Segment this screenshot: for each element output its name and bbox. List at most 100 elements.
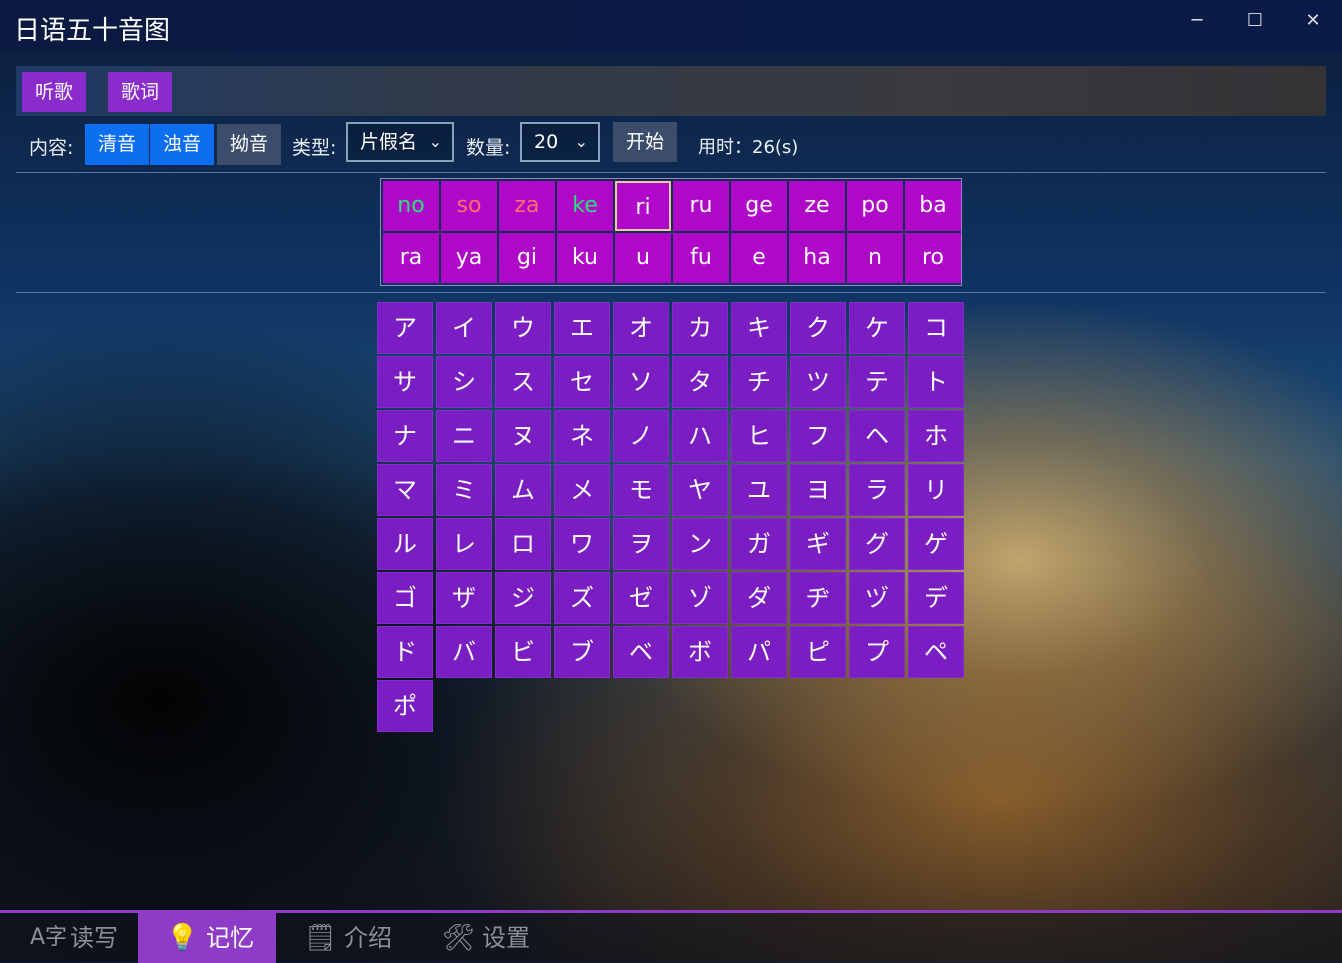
kana-cell[interactable]: ヂ: [790, 572, 846, 624]
kana-cell[interactable]: ピ: [790, 626, 846, 678]
zhuoyin-toggle-button[interactable]: 浊音: [150, 124, 215, 165]
kana-cell[interactable]: ヅ: [849, 572, 905, 624]
kana-cell[interactable]: ニ: [436, 410, 492, 462]
close-icon[interactable]: ✕: [1288, 6, 1338, 38]
kana-cell[interactable]: ユ: [731, 464, 787, 516]
type-label: 类型:: [292, 137, 337, 159]
kana-cell[interactable]: レ: [436, 518, 492, 570]
kana-cell[interactable]: ゲ: [908, 518, 964, 570]
quiz-romaji-cell: ya: [441, 233, 497, 283]
kana-cell[interactable]: モ: [613, 464, 669, 516]
elapsed-time: 用时：26(s): [698, 137, 799, 158]
kana-cell[interactable]: テ: [849, 356, 905, 408]
kana-cell[interactable]: セ: [554, 356, 610, 408]
kana-cell[interactable]: カ: [672, 302, 728, 354]
kana-cell[interactable]: ミ: [436, 464, 492, 516]
kana-cell[interactable]: ズ: [554, 572, 610, 624]
kana-cell[interactable]: フ: [790, 410, 846, 462]
kana-cell[interactable]: ハ: [672, 410, 728, 462]
kana-cell[interactable]: ザ: [436, 572, 492, 624]
nav-tab-settings[interactable]: 🛠 设置: [414, 913, 552, 963]
maximize-icon[interactable]: ☐: [1230, 6, 1280, 38]
kana-cell[interactable]: ポ: [377, 680, 433, 732]
bottom-nav: A字 读写 💡 记忆 🗒 介绍 🛠 设置: [0, 910, 1342, 963]
kana-cell[interactable]: ヘ: [849, 410, 905, 462]
kana-cell[interactable]: デ: [908, 572, 964, 624]
kana-cell[interactable]: ヒ: [731, 410, 787, 462]
kana-cell[interactable]: ダ: [731, 572, 787, 624]
minimize-icon[interactable]: ─: [1172, 6, 1222, 38]
count-label: 数量:: [466, 137, 511, 159]
quiz-romaji-cell: ru: [673, 181, 729, 231]
kana-cell[interactable]: ン: [672, 518, 728, 570]
kana-cell[interactable]: メ: [554, 464, 610, 516]
kana-cell[interactable]: ビ: [495, 626, 551, 678]
kana-cell[interactable]: ド: [377, 626, 433, 678]
kana-cell[interactable]: ヲ: [613, 518, 669, 570]
kana-cell[interactable]: ウ: [495, 302, 551, 354]
kana-cell[interactable]: イ: [436, 302, 492, 354]
lyrics-button[interactable]: 歌词: [108, 72, 173, 112]
kana-cell[interactable]: ネ: [554, 410, 610, 462]
kana-cell[interactable]: タ: [672, 356, 728, 408]
kana-cell[interactable]: ス: [495, 356, 551, 408]
nav-tab-intro[interactable]: 🗒 介绍: [276, 913, 414, 963]
kana-cell[interactable]: ト: [908, 356, 964, 408]
kana-cell[interactable]: ゾ: [672, 572, 728, 624]
app-title: 日语五十音图: [14, 16, 171, 46]
divider-top: [16, 172, 1326, 173]
listen-song-button[interactable]: 听歌: [22, 72, 87, 112]
qingyin-toggle-button[interactable]: 清音: [85, 124, 150, 165]
type-select[interactable]: 片假名 ⌄: [346, 122, 454, 162]
kana-cell[interactable]: ル: [377, 518, 433, 570]
kana-cell[interactable]: ボ: [672, 626, 728, 678]
kana-cell[interactable]: ロ: [495, 518, 551, 570]
kana-cell[interactable]: リ: [908, 464, 964, 516]
kana-cell[interactable]: ワ: [554, 518, 610, 570]
kana-cell[interactable]: チ: [731, 356, 787, 408]
kana-cell[interactable]: エ: [554, 302, 610, 354]
kana-cell[interactable]: マ: [377, 464, 433, 516]
kana-cell[interactable]: サ: [377, 356, 433, 408]
kana-cell[interactable]: プ: [849, 626, 905, 678]
quiz-romaji-cell: ku: [557, 233, 613, 283]
kana-cell[interactable]: オ: [613, 302, 669, 354]
kana-cell[interactable]: ヨ: [790, 464, 846, 516]
kana-cell[interactable]: パ: [731, 626, 787, 678]
kana-cell[interactable]: ナ: [377, 410, 433, 462]
aoyin-toggle-button[interactable]: 拗音: [217, 124, 282, 165]
nav-tab-memory[interactable]: 💡 记忆: [138, 913, 276, 963]
kana-cell[interactable]: ブ: [554, 626, 610, 678]
kana-cell[interactable]: ギ: [790, 518, 846, 570]
kana-cell[interactable]: ヤ: [672, 464, 728, 516]
kana-cell[interactable]: ペ: [908, 626, 964, 678]
start-button[interactable]: 开始: [613, 122, 678, 162]
kana-cell[interactable]: ア: [377, 302, 433, 354]
kana-cell[interactable]: コ: [908, 302, 964, 354]
kana-cell[interactable]: ガ: [731, 518, 787, 570]
kana-cell[interactable]: ホ: [908, 410, 964, 462]
kana-cell[interactable]: ケ: [849, 302, 905, 354]
content-label: 内容:: [29, 137, 74, 159]
count-select[interactable]: 20 ⌄: [520, 122, 600, 162]
kana-cell[interactable]: ノ: [613, 410, 669, 462]
quiz-romaji-cell: no: [383, 181, 439, 231]
kana-cell[interactable]: ジ: [495, 572, 551, 624]
kana-cell[interactable]: ゼ: [613, 572, 669, 624]
kana-cell[interactable]: キ: [731, 302, 787, 354]
kana-cell[interactable]: ソ: [613, 356, 669, 408]
quiz-romaji-cell: ri: [615, 181, 671, 231]
kana-cell[interactable]: ム: [495, 464, 551, 516]
kana-cell[interactable]: ヌ: [495, 410, 551, 462]
kana-cell[interactable]: バ: [436, 626, 492, 678]
nav-tab-read-write[interactable]: A字 读写: [0, 913, 138, 963]
nav-tab-label: 设置: [482, 924, 530, 952]
kana-cell[interactable]: ベ: [613, 626, 669, 678]
kana-cell[interactable]: シ: [436, 356, 492, 408]
kana-cell[interactable]: ツ: [790, 356, 846, 408]
kana-cell[interactable]: ク: [790, 302, 846, 354]
kana-cell[interactable]: ゴ: [377, 572, 433, 624]
kana-cell[interactable]: ラ: [849, 464, 905, 516]
kana-cell[interactable]: グ: [849, 518, 905, 570]
count-select-value: 20: [534, 131, 559, 153]
